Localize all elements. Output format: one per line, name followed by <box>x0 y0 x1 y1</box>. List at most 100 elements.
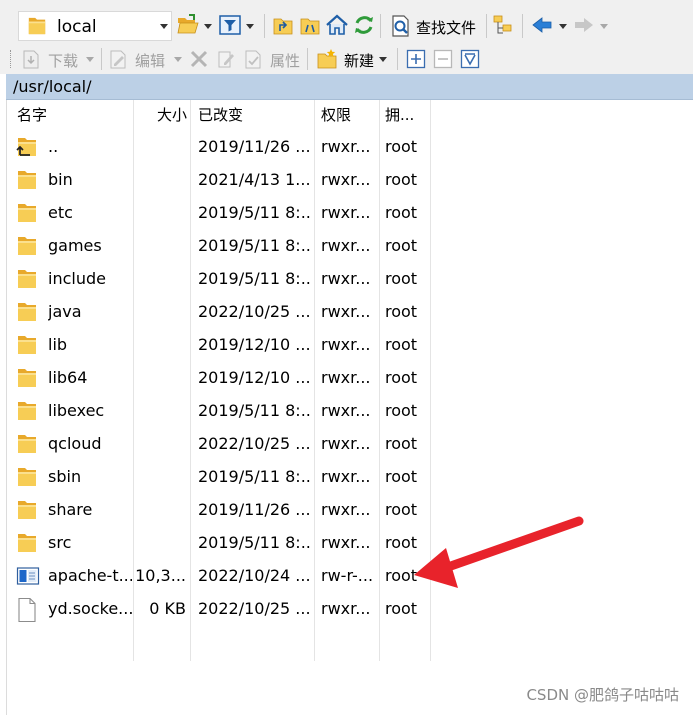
file-name: .. <box>48 137 59 156</box>
folder-icon <box>28 17 46 35</box>
file-row[interactable]: etc 2019/5/11 8:... rwxr... root <box>7 196 431 229</box>
file-name: java <box>48 302 82 321</box>
folder-icon <box>16 432 38 460</box>
chevron-down-icon[interactable] <box>160 24 168 29</box>
file-name: src <box>48 533 72 552</box>
file-permissions: rwxr... <box>321 335 371 354</box>
file-modified: 2022/10/25 ... <box>198 302 310 321</box>
folder-icon <box>16 366 38 394</box>
file-permissions: rw-r-... <box>321 566 374 585</box>
folder-icon <box>16 168 38 196</box>
new-button-label: 新建 <box>344 52 375 70</box>
file-owner: root <box>385 401 418 420</box>
chevron-down-icon[interactable] <box>379 57 387 62</box>
parent-directory-icon[interactable] <box>271 13 295 37</box>
toolbar-separator <box>486 14 487 38</box>
file-modified: 2019/12/10 ... <box>198 335 310 354</box>
file-modified: 2021/4/13 1... <box>198 170 310 189</box>
folder-icon <box>16 201 38 229</box>
toolbar-grip[interactable] <box>10 50 13 68</box>
file-owner: root <box>385 566 418 585</box>
file-name: libexec <box>48 401 105 420</box>
folder-icon <box>16 498 38 526</box>
file-row[interactable]: bin 2021/4/13 1... rwxr... root <box>7 163 431 196</box>
chevron-down-icon[interactable] <box>246 24 254 29</box>
file-modified: 2022/10/25 ... <box>198 434 310 453</box>
current-path: /usr/local/ <box>13 77 92 96</box>
file-modified: 2019/11/26 ... <box>198 500 310 519</box>
file-list[interactable]: 名字 大小 已改变 权限 拥... .. 2019/11/26 ... rwxr..… <box>6 100 693 715</box>
file-row[interactable]: share 2019/11/26 ... rwxr... root <box>7 493 431 526</box>
file-row[interactable]: include 2019/5/11 8:... rwxr... root <box>7 262 431 295</box>
file-row[interactable]: sbin 2019/5/11 8:... rwxr... root <box>7 460 431 493</box>
file-owner: root <box>385 170 418 189</box>
filter-icon[interactable] <box>218 13 242 37</box>
forward-arrow-icon <box>575 18 593 32</box>
watermark: CSDN @肥鸽子咕咕咕 <box>526 686 679 704</box>
chevron-down-icon <box>86 57 94 62</box>
file-row[interactable]: java 2022/10/25 ... rwxr... root <box>7 295 431 328</box>
tree-view-icon[interactable] <box>491 13 515 37</box>
file-permissions: rwxr... <box>321 599 371 618</box>
file-name: include <box>48 269 106 288</box>
file-modified: 2019/5/11 8:... <box>198 467 310 486</box>
file-modified: 2019/5/11 8:... <box>198 269 310 288</box>
edit-icon <box>110 50 126 69</box>
column-name[interactable]: 名字 <box>13 100 133 130</box>
file-permissions: rwxr... <box>321 500 371 519</box>
file-row[interactable]: games 2019/5/11 8:... rwxr... root <box>7 229 431 262</box>
file-modified: 2019/5/11 8:... <box>198 203 310 222</box>
location-dropdown[interactable]: local <box>18 11 172 41</box>
plus-icon[interactable] <box>406 49 426 69</box>
chevron-down-icon[interactable] <box>204 24 212 29</box>
file-permissions: rwxr... <box>321 236 371 255</box>
file-row[interactable]: lib 2019/12/10 ... rwxr... root <box>7 328 431 361</box>
column-size[interactable]: 大小 <box>134 100 189 130</box>
file-modified: 2019/5/11 8:... <box>198 533 310 552</box>
file-permissions: rwxr... <box>321 302 371 321</box>
select-filter-icon[interactable] <box>460 49 480 69</box>
main-toolbar: local 查找文件 <box>0 0 693 44</box>
current-path-bar: /usr/local/ <box>6 74 693 100</box>
minus-icon <box>433 49 453 69</box>
open-folder-icon[interactable] <box>176 13 200 37</box>
home-icon[interactable] <box>325 13 349 37</box>
file-modified: 2019/11/26 ... <box>198 137 310 156</box>
back-arrow-icon[interactable] <box>530 13 554 37</box>
refresh-icon[interactable] <box>352 13 376 37</box>
file-row[interactable]: yd.socke... 0 KB 2022/10/25 ... rwxr... root <box>7 592 431 625</box>
file-name: bin <box>48 170 73 189</box>
file-row[interactable]: .. 2019/11/26 ... rwxr... root <box>7 130 431 163</box>
download-button: 下载 <box>48 52 79 70</box>
folder-icon <box>16 234 38 262</box>
column-owner[interactable]: 拥... <box>381 100 431 130</box>
file-owner: root <box>385 137 418 156</box>
parent-folder-icon <box>16 135 38 163</box>
chevron-down-icon <box>174 57 182 62</box>
file-row[interactable]: lib64 2019/12/10 ... rwxr... root <box>7 361 431 394</box>
column-permissions[interactable]: 权限 <box>317 100 377 130</box>
file-toolbar: 下载 编辑 属性 新建 <box>0 44 693 74</box>
delete-icon <box>190 50 208 68</box>
file-name: lib64 <box>48 368 88 387</box>
file-owner: root <box>385 302 418 321</box>
file-name: yd.socke... <box>48 599 132 618</box>
chevron-down-icon <box>600 24 608 29</box>
file-row[interactable]: qcloud 2022/10/25 ... rwxr... root <box>7 427 431 460</box>
file-owner: root <box>385 599 418 618</box>
file-permissions: rwxr... <box>321 269 371 288</box>
column-modified[interactable]: 已改变 <box>194 100 314 130</box>
file-row[interactable]: src 2019/5/11 8:... rwxr... root <box>7 526 431 559</box>
file-name: share <box>48 500 93 519</box>
file-row[interactable]: apache-t... 10,3... 2022/10/24 ... rw-r-...… <box>7 559 431 592</box>
file-name: apache-t... <box>48 566 132 585</box>
new-button[interactable]: 新建 <box>314 46 390 72</box>
file-owner: root <box>385 335 418 354</box>
folder-icon <box>16 399 38 427</box>
chevron-down-icon[interactable] <box>559 24 567 29</box>
find-files-label: 查找文件 <box>416 19 477 37</box>
file-name: games <box>48 236 102 255</box>
find-files-button[interactable]: 查找文件 <box>386 11 484 41</box>
root-directory-icon[interactable] <box>298 13 322 37</box>
file-row[interactable]: libexec 2019/5/11 8:... rwxr... root <box>7 394 431 427</box>
